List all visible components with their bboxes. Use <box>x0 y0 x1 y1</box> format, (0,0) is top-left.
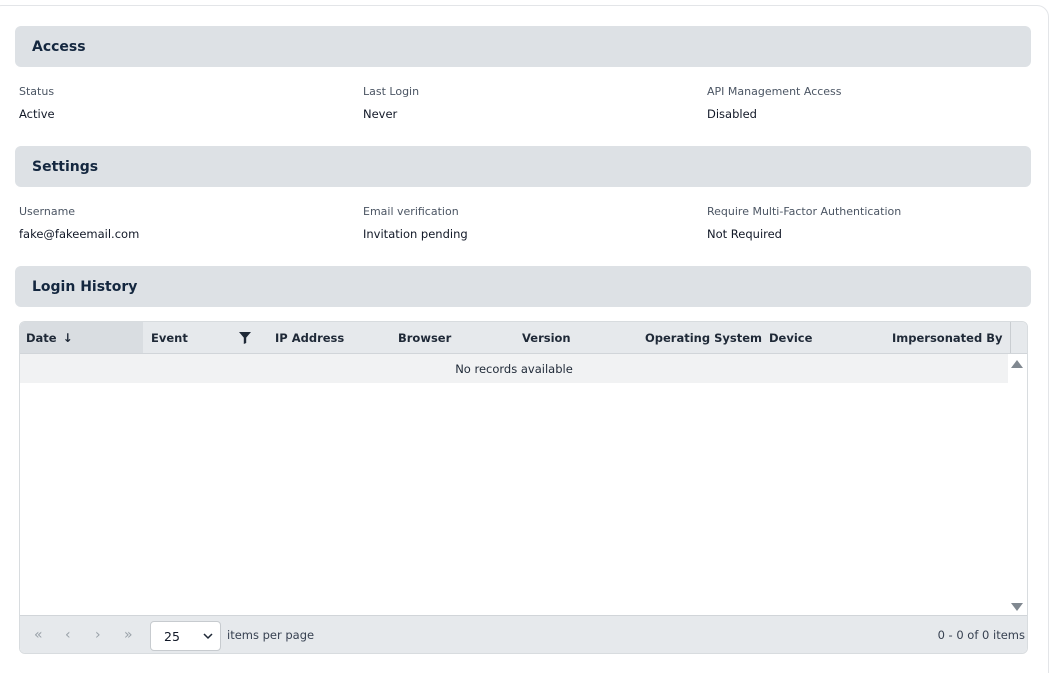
page-size-dropdown[interactable]: 25 <box>150 621 221 651</box>
username-value: fake@fakeemail.com <box>19 227 140 241</box>
api-access-field: API Management Access Disabled <box>707 85 842 121</box>
pager-info: 0 - 0 of 0 items <box>937 628 1025 642</box>
api-access-label: API Management Access <box>707 85 842 98</box>
settings-section-header: Settings <box>15 146 1031 187</box>
first-page-button[interactable]: « <box>34 628 43 642</box>
page-size-value: 25 <box>164 629 180 644</box>
column-header-ip-address-label: IP Address <box>275 330 345 345</box>
column-header-browser-label: Browser <box>398 330 452 345</box>
items-per-page-label: items per page <box>227 628 315 642</box>
api-access-value: Disabled <box>707 107 757 121</box>
settings-section-title: Settings <box>32 158 99 175</box>
column-header-operating-system[interactable]: Operating System <box>639 322 763 353</box>
grid-header-row: Date ↓ Event IP Address Browser Version … <box>20 322 1027 354</box>
last-login-label: Last Login <box>363 85 420 98</box>
username-label: Username <box>19 205 76 218</box>
column-header-impersonated-by[interactable]: Impersonated By <box>886 322 1008 353</box>
status-label: Status <box>19 85 55 98</box>
next-page-button[interactable]: › <box>95 628 101 642</box>
column-header-version[interactable]: Version <box>516 322 639 353</box>
email-verification-label: Email verification <box>363 205 459 218</box>
no-records-row: No records available <box>20 354 1008 383</box>
filter-icon[interactable] <box>239 332 251 344</box>
sort-descending-icon: ↓ <box>62 330 73 345</box>
login-history-grid: Date ↓ Event IP Address Browser Version … <box>19 321 1028 654</box>
mfa-value: Not Required <box>707 227 782 241</box>
column-header-date[interactable]: Date ↓ <box>20 322 143 353</box>
login-history-section-header: Login History <box>15 266 1031 307</box>
column-header-operating-system-label: Operating System <box>645 330 763 345</box>
access-section-title: Access <box>32 38 86 55</box>
email-verification-field: Email verification Invitation pending <box>363 205 468 241</box>
chevron-down-icon <box>203 633 213 640</box>
last-page-button[interactable]: » <box>124 628 133 642</box>
grid-vertical-scrollbar[interactable] <box>1008 354 1027 615</box>
last-login-field: Last Login Never <box>363 85 419 121</box>
login-history-section-title: Login History <box>32 278 138 295</box>
mfa-field: Require Multi-Factor Authentication Not … <box>707 205 901 241</box>
column-header-date-label: Date <box>26 330 57 345</box>
status-value: Active <box>19 107 55 121</box>
column-header-ip-address[interactable]: IP Address <box>269 322 392 353</box>
previous-page-button[interactable]: ‹ <box>65 628 71 642</box>
no-records-message: No records available <box>455 361 573 376</box>
column-header-impersonated-by-label: Impersonated By <box>892 330 1003 345</box>
mfa-label: Require Multi-Factor Authentication <box>707 205 902 218</box>
email-verification-value: Invitation pending <box>363 227 468 241</box>
header-scroll-spacer <box>1010 322 1027 353</box>
scroll-up-icon[interactable] <box>1011 360 1023 368</box>
grid-pager: « ‹ › » 25 items per page 0 - 0 of 0 ite… <box>20 615 1027 653</box>
column-header-version-label: Version <box>522 330 571 345</box>
column-header-device[interactable]: Device <box>763 322 886 353</box>
status-field: Status Active <box>19 85 55 121</box>
scroll-down-icon[interactable] <box>1011 603 1023 611</box>
username-field: Username fake@fakeemail.com <box>19 205 139 241</box>
access-section-header: Access <box>15 26 1031 67</box>
last-login-value: Never <box>363 107 398 121</box>
column-header-event-label: Event <box>151 330 188 345</box>
column-header-browser[interactable]: Browser <box>392 322 515 353</box>
column-header-device-label: Device <box>769 330 813 345</box>
